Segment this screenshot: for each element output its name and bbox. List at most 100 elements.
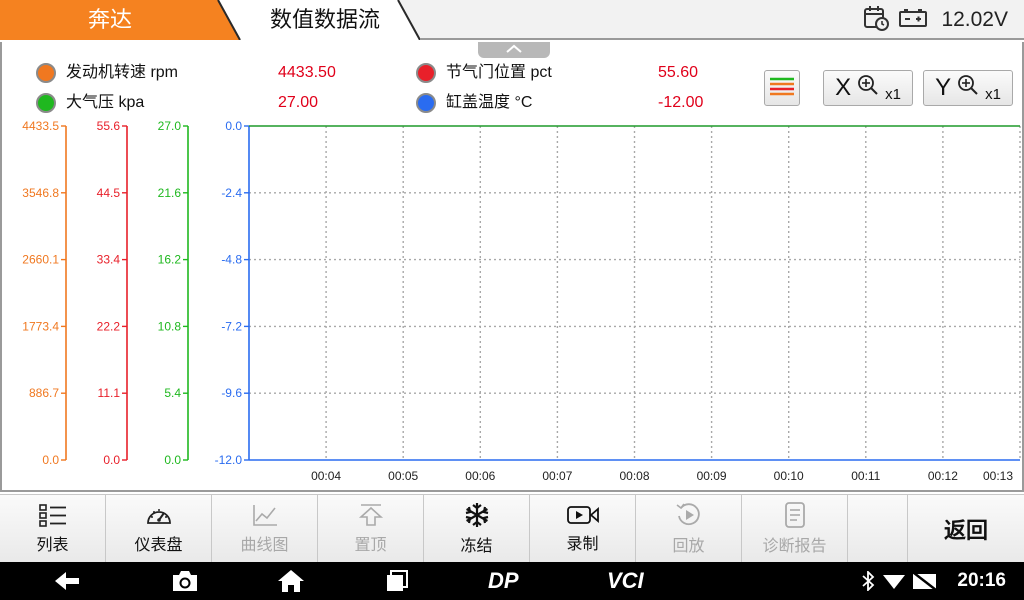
breadcrumb-brand[interactable]: 奔达 [40, 0, 180, 40]
y-tick-label: 0.0 [103, 453, 120, 467]
legend-item-engine-rpm[interactable]: 发动机转速 rpm [36, 61, 178, 85]
legend-value: 27.00 [278, 94, 319, 111]
home-icon[interactable] [274, 562, 308, 600]
y-zoom-button[interactable]: Y x1 [923, 70, 1013, 106]
legend-label: 发动机转速 rpm [66, 64, 179, 81]
playback-button[interactable]: 回放 [636, 495, 742, 563]
report-button[interactable]: 诊断报告 [742, 495, 848, 563]
zoom-in-icon [857, 74, 879, 103]
data-stream-panel: 发动机转速 rpm 4433.50 大气压 kpa 27.00 节气门位置 pc… [0, 42, 1024, 492]
list-button[interactable]: 列表 [0, 495, 106, 563]
battery-icon [899, 8, 928, 33]
freeze-button[interactable]: 冻结 [424, 495, 530, 563]
back-arrow-icon[interactable] [50, 562, 84, 600]
x-tick-label: 00:10 [774, 469, 804, 483]
y-tick-label: 33.4 [97, 253, 121, 267]
back-button[interactable]: 返回 [908, 495, 1024, 563]
breadcrumb: 奔达 数值数据流 [0, 0, 420, 40]
pin-top-button[interactable]: 置顶 [318, 495, 424, 563]
y-tick-label: 10.8 [158, 319, 182, 333]
no-sim-icon [911, 562, 939, 600]
legend-dot [36, 63, 56, 83]
y-tick-label: 886.7 [29, 386, 59, 400]
pin-top-button-label: 置顶 [354, 537, 387, 554]
collapse-tab[interactable] [478, 42, 550, 58]
bottom-toolbar: 列表 仪表盘 曲线图 置顶 冻结 录制 回放 诊断报告 返回 [0, 494, 1024, 563]
y-tick-label: 4433.5 [22, 120, 59, 133]
top-header: 奔达 数值数据流 12.02V [0, 0, 1024, 40]
legend-value: 55.60 [658, 64, 699, 81]
line-chart[interactable]: 00:04 00:05 00:06 00:07 00:08 00:09 00:10 00:11… [2, 120, 1022, 490]
series-toggle-button[interactable] [764, 70, 800, 106]
playback-button-label: 回放 [672, 538, 705, 555]
x-tick-label: 00:08 [619, 469, 649, 483]
android-system-bar: DP VCI 20:16 [0, 562, 1024, 600]
battery-voltage: 12.02V [941, 8, 1008, 31]
record-button[interactable]: 录制 [530, 495, 636, 563]
legend-dot [416, 63, 436, 83]
legend-item-head-temp[interactable]: 缸盖温度 °C [416, 91, 532, 115]
y-tick-label: 5.4 [164, 386, 181, 400]
y-tick-label: 21.6 [158, 186, 182, 200]
legend-value: -12.00 [658, 94, 704, 111]
gauge-button-label: 仪表盘 [134, 537, 183, 554]
x-zoom-multiplier: x1 [885, 85, 901, 103]
y-tick-label: 55.6 [97, 120, 121, 133]
dp-logo[interactable]: DP [488, 562, 519, 600]
x-tick-label: 00:13 [983, 469, 1013, 483]
y-tick-label: -7.2 [221, 319, 242, 333]
y-tick-label: 0.0 [225, 120, 242, 133]
y-tick-label: 1773.4 [22, 319, 59, 333]
breadcrumb-screen-title: 数值数据流 [269, 7, 380, 32]
legend-item-throttle[interactable]: 节气门位置 pct [416, 61, 552, 85]
x-zoom-axis-label: X [835, 74, 852, 101]
legend-label: 缸盖温度 °C [446, 94, 533, 111]
legend-dot [416, 93, 436, 113]
x-tick-label: 00:05 [388, 469, 418, 483]
x-tick-label: 00:04 [311, 469, 341, 483]
chevron-up-icon [505, 41, 523, 59]
recent-apps-icon[interactable] [380, 562, 414, 600]
legend-value: 4433.50 [278, 64, 336, 81]
x-tick-label: 00:09 [697, 469, 727, 483]
y-tick-label: -2.4 [221, 186, 242, 200]
y-tick-label: 3546.8 [22, 186, 59, 200]
legend-item-pressure[interactable]: 大气压 kpa [36, 91, 144, 115]
playback-icon [675, 502, 703, 528]
header-status: 12.02V [863, 0, 1008, 40]
bluetooth-icon [858, 562, 878, 600]
report-button-label: 诊断报告 [762, 538, 827, 555]
y-zoom-multiplier: x1 [985, 85, 1001, 103]
calendar-clock-icon[interactable] [863, 5, 890, 36]
legend-label: 节气门位置 pct [446, 64, 552, 81]
camera-icon[interactable] [168, 562, 202, 600]
x-tick-label: 00:06 [465, 469, 495, 483]
y-tick-label: 0.0 [42, 453, 59, 467]
colored-lines-icon [769, 75, 795, 102]
toolbar-spacer [848, 495, 908, 563]
y-tick-label: -9.6 [221, 386, 242, 400]
wifi-icon [882, 562, 906, 600]
legend-label: 大气压 kpa [66, 94, 145, 111]
x-tick-label: 00:12 [928, 469, 958, 483]
y-tick-label: 2660.1 [22, 253, 59, 267]
vci-logo[interactable]: VCI [607, 562, 644, 600]
zoom-in-icon [957, 74, 979, 103]
line-chart-button-label: 曲线图 [240, 537, 289, 554]
x-tick-label: 00:07 [542, 469, 572, 483]
freeze-button-label: 冻结 [460, 538, 493, 555]
report-icon [783, 502, 807, 528]
y-tick-label: 0.0 [164, 453, 181, 467]
x-tick-label: 00:11 [851, 469, 880, 483]
y-tick-label: 11.1 [98, 386, 121, 400]
gauge-button[interactable]: 仪表盘 [106, 495, 212, 563]
y-zoom-axis-label: Y [935, 74, 952, 101]
y-tick-label: 22.2 [97, 319, 121, 333]
y-tick-label: 16.2 [158, 253, 182, 267]
record-button-label: 录制 [566, 536, 599, 553]
y-tick-label: -12.0 [215, 453, 243, 467]
x-zoom-button[interactable]: X x1 [823, 70, 913, 106]
line-chart-button[interactable]: 曲线图 [212, 495, 318, 563]
snowflake-icon [463, 502, 491, 528]
pin-top-icon [357, 503, 385, 527]
